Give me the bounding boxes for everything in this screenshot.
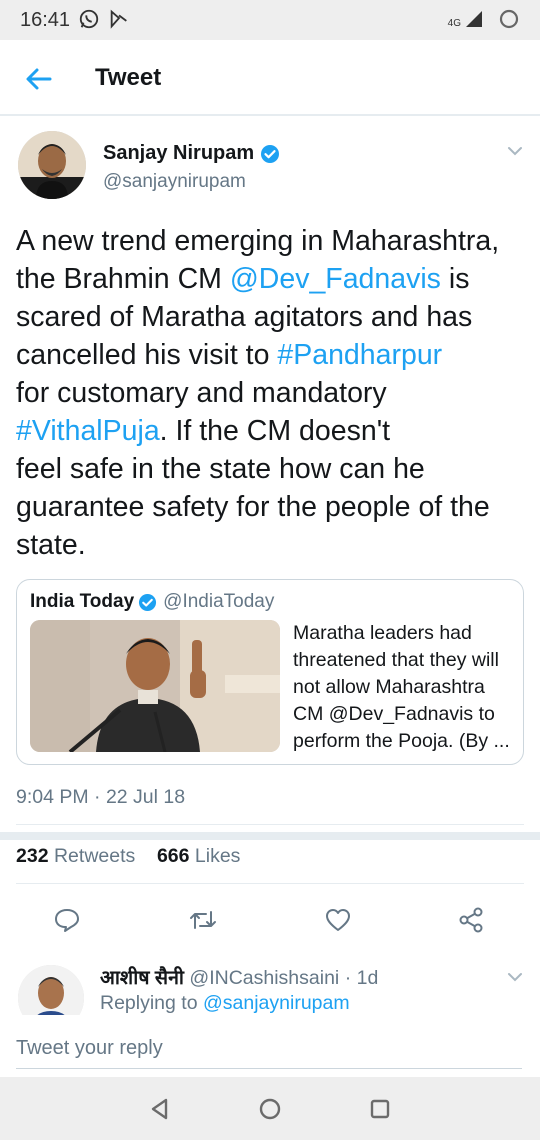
author-handle[interactable]: @sanjaynirupam [103,171,246,193]
mention-link[interactable]: @Dev_Fadnavis [230,263,441,295]
tweet-text-line: guarantee safety for the people of the [16,488,528,526]
author-name[interactable]: Sanjay Nirupam [103,142,280,165]
reply-composer [0,1015,540,1077]
page-title: Tweet [95,64,162,91]
quoted-text-line: perform the Pooja. (By ... [293,730,510,752]
reply-tweet[interactable]: आशीष सैनी @INCashishsaini · 1d Replying … [0,840,540,1015]
notification-icon [110,9,127,29]
status-bar: 16:41 4G [0,0,540,40]
chevron-down-icon[interactable] [506,144,524,158]
quoted-tweet-text: Maratha leaders had threatened that they… [293,620,521,755]
reply-header: आशीष सैनी @INCashishsaini · 1d [100,963,378,990]
tweet-text-line: state. [16,526,528,564]
verified-badge-icon [261,144,280,163]
quoted-text-line: threatened that they will [293,649,499,671]
quoted-text-line: not allow Maharashtra [293,676,485,698]
hashtag-link[interactable]: #VithalPuja [16,415,160,447]
verified-badge-icon [139,593,157,611]
chevron-down-icon[interactable] [506,970,524,984]
back-arrow-icon[interactable] [22,62,56,96]
author-avatar[interactable] [18,131,86,199]
reply-age: · 1d [344,967,379,989]
reply-author-name[interactable]: आशीष सैनी [100,967,184,989]
tweet-text-line: scared of Maratha agitators and has [16,298,528,336]
nav-home-icon[interactable] [256,1095,284,1123]
quoted-text-line: Maratha leaders had [293,622,472,644]
tweet-text-segment: the Brahmin CM [16,263,230,295]
tweet-text-segment: state. [16,529,86,561]
network-type-label: 4G [447,18,461,29]
tweet-text-line: A new trend emerging in Maharashtra, [16,222,528,260]
tweet-text-line: #VithalPuja. If the CM doesn't [16,412,528,450]
replying-to-label: Replying to [100,992,198,1014]
section-separator [0,832,540,840]
hashtag-link[interactable]: #Pandharpur [277,339,442,371]
tweet-text-segment: for customary and mandatory [16,377,387,409]
tweet-text-line: feel safe in the state how can he [16,450,528,488]
author-name-text: Sanjay Nirupam [103,142,255,164]
quoted-tweet-image[interactable] [30,620,280,752]
quoted-tweet-header: India Today @IndiaToday [30,591,274,613]
replying-to-handle[interactable]: @sanjaynirupam [203,992,350,1014]
status-time: 16:41 [20,9,71,31]
quoted-text-line: CM @Dev_Fadnavis to [293,703,495,725]
tweet-text-segment: . If the CM doesn't [159,415,391,447]
divider [16,824,524,825]
battery-icon [499,9,519,29]
whatsapp-icon [79,9,99,29]
tweet-text-line: the Brahmin CM @Dev_Fadnavis is [16,260,528,298]
tweet-text-line: cancelled his visit to #Pandharpur [16,336,528,374]
nav-back-icon[interactable] [146,1095,174,1123]
tweet-text-segment: cancelled his visit to [16,339,278,371]
reply-author-avatar[interactable] [18,965,84,1015]
tweet-text-segment: A new trend emerging in Maharashtra, [16,225,500,257]
signal-icon: 4G [448,9,484,29]
reply-author-handle[interactable]: @INCashishsaini [189,967,339,989]
quoted-author-handle: @IndiaToday [163,591,275,612]
system-nav-bar [0,1077,540,1140]
tweet-text-line: for customary and mandatory [16,374,528,412]
reply-input[interactable] [16,1029,522,1069]
tweet-text-segment: scared of Maratha agitators and has [16,301,473,333]
tweet-text-segment: is [440,263,470,295]
quoted-author-name: India Today [30,591,135,612]
tweet-timestamp: 9:04 PM · 22 Jul 18 [16,786,186,808]
tweet-text-segment: feel safe in the state how can he [16,453,425,485]
nav-recents-icon[interactable] [366,1095,394,1123]
quoted-tweet-card[interactable]: India Today @IndiaToday Maratha leaders … [16,579,524,765]
app-bar: Tweet [0,40,540,116]
replying-to: Replying to @sanjaynirupam [100,992,350,1015]
tweet-text: A new trend emerging in Maharashtra, the … [16,222,528,564]
tweet-text-segment: guarantee safety for the people of the [16,491,490,523]
